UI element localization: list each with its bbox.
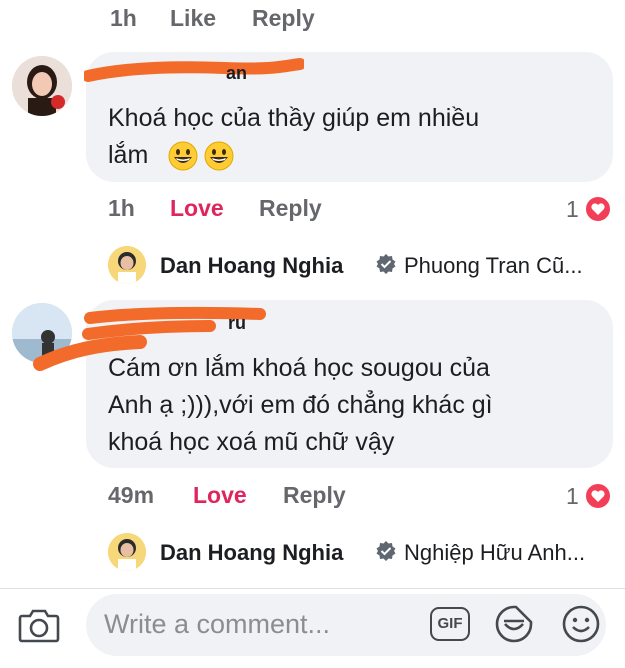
love-reaction-icon[interactable] <box>584 195 612 223</box>
comment-input-placeholder[interactable]: Write a comment... <box>104 609 330 640</box>
reply-author-name[interactable]: Dan Hoang Nghia <box>160 540 343 566</box>
avatar-photo <box>12 56 72 116</box>
reply-button[interactable]: Reply <box>283 482 346 509</box>
reply-button[interactable]: Reply <box>259 195 322 222</box>
reaction-count[interactable]: 1 <box>566 483 579 510</box>
love-button[interactable]: Love <box>193 482 247 509</box>
reply-author-name[interactable]: Dan Hoang Nghia <box>160 253 343 279</box>
comment-time: 1h <box>108 195 135 221</box>
comment-text-line: Cám ơn lắm khoá học sougou của <box>108 354 490 382</box>
gif-button[interactable]: GIF <box>430 607 470 641</box>
comment-text-line: Anh ạ ;))),với em đó chẳng khác gì <box>108 391 493 419</box>
like-button[interactable]: Like <box>170 5 216 32</box>
camera-icon[interactable] <box>18 606 60 644</box>
gif-label: GIF <box>437 615 463 632</box>
reply-snippet[interactable]: Nghiệp Hữu Anh... <box>404 540 585 566</box>
grinning-emoji-icon <box>168 141 198 171</box>
comment-text-line: Khoá học của thầy giúp em nhiều <box>108 104 480 132</box>
grinning-emoji-icon <box>204 141 234 171</box>
sticker-icon[interactable] <box>494 604 534 644</box>
avatar[interactable] <box>12 56 72 116</box>
avatar[interactable] <box>108 246 146 284</box>
verified-badge-icon <box>376 541 396 561</box>
redaction-scribble <box>84 58 304 82</box>
reply-button[interactable]: Reply <box>252 5 315 32</box>
comment-time: 49m <box>108 482 155 508</box>
love-button[interactable]: Love <box>170 195 224 222</box>
avatar-photo <box>108 246 146 284</box>
reply-snippet[interactable]: Phuong Tran Cũ... <box>404 253 583 279</box>
verified-badge-icon <box>376 254 396 274</box>
avatar[interactable] <box>108 533 146 571</box>
commenter-name-fragment: an <box>226 63 248 83</box>
love-reaction-icon[interactable] <box>584 482 612 510</box>
comment-time: 1h <box>110 5 137 31</box>
comment-text-line: khoá học xoá mũ chữ vậy <box>108 428 395 456</box>
reaction-count[interactable]: 1 <box>566 196 579 223</box>
comment-text-line: lắm <box>108 141 149 169</box>
commenter-name-fragment: ru <box>228 313 246 333</box>
emoji-icon[interactable] <box>561 604 601 644</box>
avatar-photo <box>108 533 146 571</box>
